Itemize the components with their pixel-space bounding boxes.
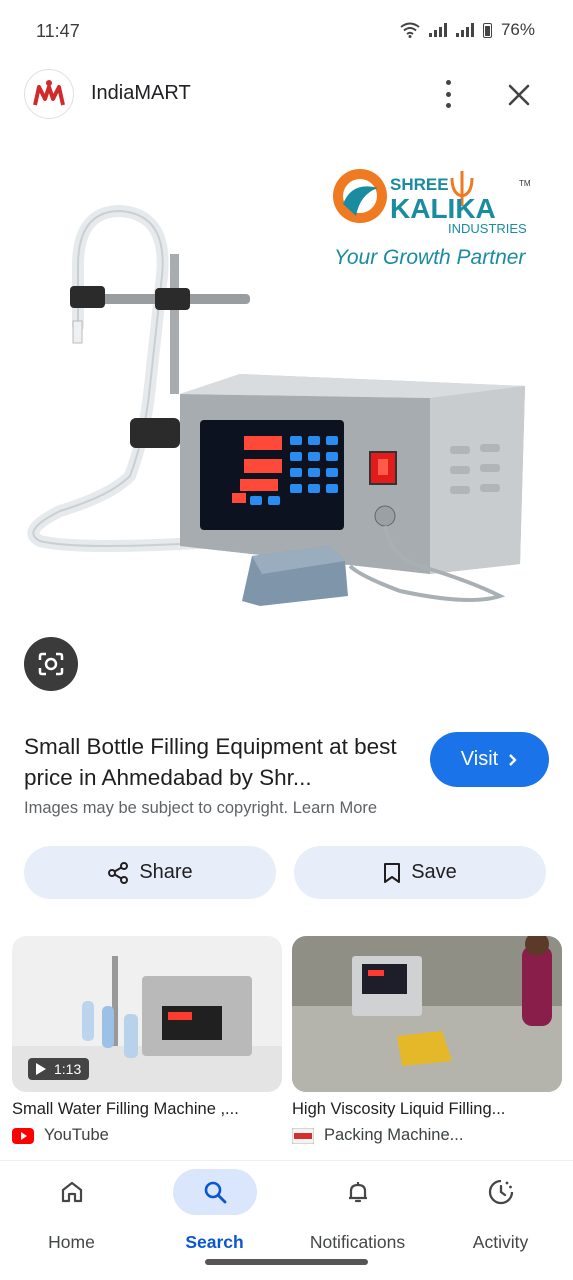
search-icon bbox=[204, 1181, 226, 1204]
related-source[interactable]: YouTube bbox=[12, 1126, 282, 1145]
trademark: TM bbox=[519, 179, 531, 188]
home-icon bbox=[61, 1181, 82, 1203]
wifi-icon bbox=[400, 22, 420, 38]
play-icon bbox=[36, 1063, 46, 1075]
video-duration: 1:13 bbox=[28, 1058, 90, 1080]
signal-icon bbox=[428, 23, 447, 37]
related-card[interactable]: High Viscosity Liquid Filling... Packing… bbox=[292, 936, 562, 1145]
indiamart-logo-icon bbox=[33, 80, 65, 106]
nav-activity-label: Activity bbox=[472, 1232, 529, 1252]
related-title[interactable]: High Viscosity Liquid Filling... bbox=[292, 1100, 554, 1119]
status-icons: 76% bbox=[400, 20, 535, 40]
site-logo[interactable] bbox=[24, 69, 74, 119]
related-source[interactable]: Packing Machine... bbox=[292, 1126, 562, 1145]
brand-line3: INDUSTRIES bbox=[448, 221, 527, 236]
save-button[interactable]: Save bbox=[294, 846, 546, 899]
brand-tagline: Your Growth Partner bbox=[334, 246, 526, 269]
status-bar: 11:47 76% bbox=[0, 0, 573, 62]
brand-line2: KALIKA bbox=[390, 193, 496, 224]
battery-icon bbox=[482, 22, 492, 38]
bookmark-icon bbox=[384, 862, 401, 883]
gesture-bar[interactable] bbox=[205, 1259, 368, 1265]
youtube-icon bbox=[12, 1127, 34, 1144]
nav-search[interactable]: Search bbox=[143, 1161, 286, 1261]
battery-level: 76% bbox=[500, 20, 535, 39]
signal-icon-2 bbox=[455, 23, 474, 37]
related-title[interactable]: Small Water Filling Machine ,... bbox=[12, 1100, 274, 1119]
nav-home[interactable]: Home bbox=[0, 1161, 143, 1261]
nav-pill bbox=[172, 1169, 257, 1215]
share-label: Share bbox=[139, 861, 193, 883]
close-icon[interactable] bbox=[504, 80, 534, 110]
visit-button[interactable]: Visit bbox=[430, 732, 549, 787]
site-favicon bbox=[292, 1127, 314, 1144]
related-card[interactable]: 1:13 Small Water Filling Machine ,... Yo… bbox=[12, 936, 282, 1145]
status-time: 11:47 bbox=[36, 21, 80, 41]
visit-label: Visit bbox=[460, 748, 499, 770]
chevron-right-icon bbox=[509, 753, 517, 766]
related-thumbnail[interactable] bbox=[292, 936, 562, 1092]
nav-pill bbox=[459, 1169, 543, 1215]
nav-search-label: Search bbox=[185, 1232, 244, 1252]
activity-icon bbox=[488, 1179, 513, 1205]
site-header: IndiaMART bbox=[0, 66, 573, 122]
more-options-icon[interactable] bbox=[436, 80, 460, 108]
result-title[interactable]: Small Bottle Filling Equipment at best p… bbox=[24, 731, 414, 793]
share-icon bbox=[108, 861, 129, 884]
lens-search-button[interactable] bbox=[24, 637, 78, 691]
camera-icon bbox=[38, 652, 64, 676]
nav-home-label: Home bbox=[48, 1232, 95, 1252]
nav-activity[interactable]: Activity bbox=[429, 1161, 572, 1261]
related-thumbnail[interactable]: 1:13 bbox=[12, 936, 282, 1092]
nav-notifications-label: Notifications bbox=[309, 1232, 406, 1252]
share-button[interactable]: Share bbox=[24, 846, 276, 899]
nav-notifications[interactable]: Notifications bbox=[286, 1161, 429, 1261]
nav-pill bbox=[316, 1169, 400, 1215]
nav-pill bbox=[30, 1169, 114, 1215]
bell-icon bbox=[348, 1182, 367, 1203]
product-image[interactable]: SHREE KALIKA INDUSTRIES TM Your Growth P… bbox=[0, 136, 573, 616]
save-label: Save bbox=[411, 861, 457, 883]
copyright-notice[interactable]: Images may be subject to copyright. Lear… bbox=[24, 799, 377, 818]
brand-line1: SHREE bbox=[390, 175, 449, 194]
site-title: IndiaMART bbox=[91, 82, 191, 104]
